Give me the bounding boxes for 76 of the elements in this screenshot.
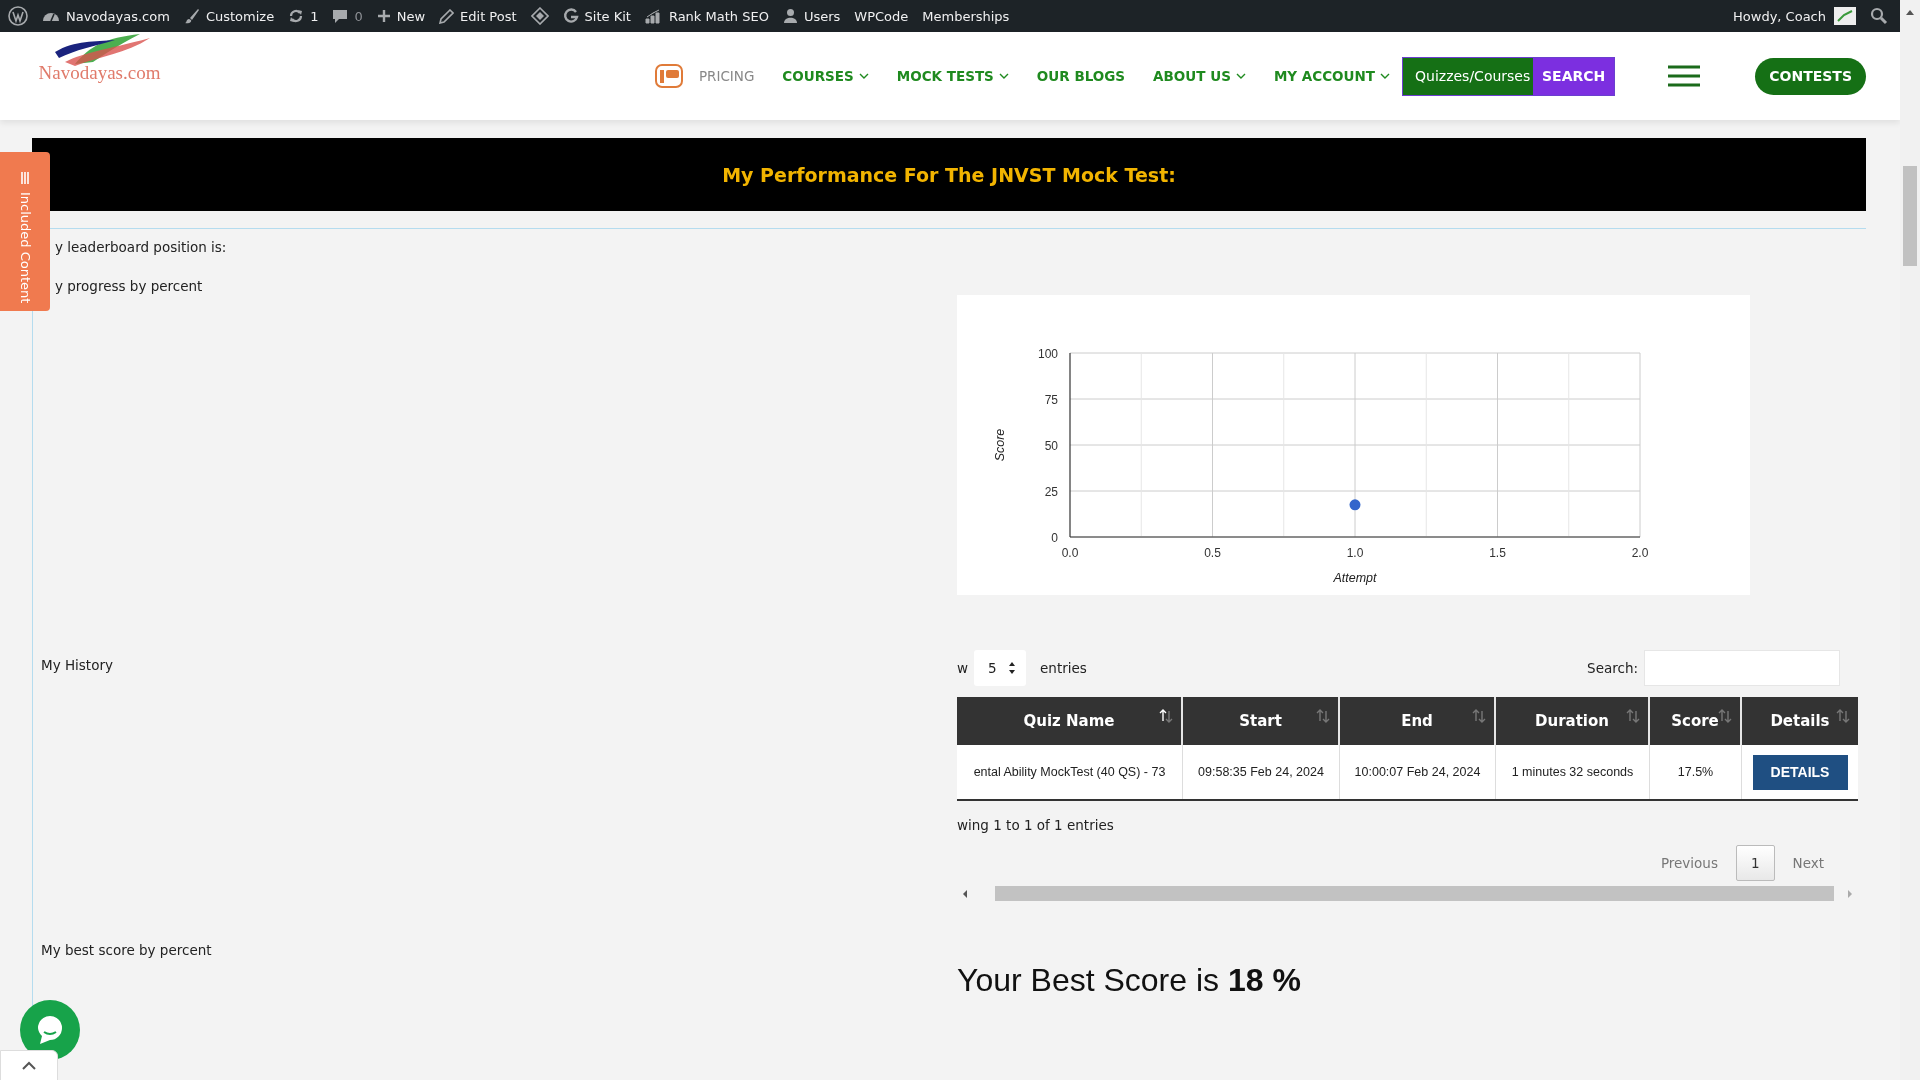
pagination-link[interactable]: Previous xyxy=(1660,855,1718,871)
admin-bar-link[interactable]: New xyxy=(376,8,426,24)
admin-bar-link[interactable]: Edit Post xyxy=(439,8,517,24)
table-info: wing 1 to 1 of 1 entries xyxy=(957,817,1115,833)
wordpress-logo-icon[interactable] xyxy=(8,6,28,26)
nav-link[interactable]: OUR BLOGS xyxy=(1036,68,1126,84)
y-tick-label: 0 xyxy=(1051,531,1058,545)
table-cell: 10:00:07 Feb 24, 2024 xyxy=(1340,745,1496,799)
y-tick-label: 25 xyxy=(1044,485,1058,499)
avatar-icon[interactable] xyxy=(1834,7,1856,25)
scrollbar-thumb[interactable] xyxy=(1903,166,1917,266)
search-icon[interactable] xyxy=(1870,7,1888,25)
back-to-top-button[interactable] xyxy=(0,1050,58,1080)
section-label: y progress by percent xyxy=(54,278,204,296)
bar-chart-icon xyxy=(644,8,663,24)
caret-up-icon xyxy=(21,1061,37,1071)
nav-link[interactable]: ABOUT US xyxy=(1153,68,1246,84)
entries-label: entries xyxy=(1040,660,1087,676)
admin-bar-link[interactable]: Memberships xyxy=(922,8,1010,24)
details-button[interactable]: DETAILS xyxy=(1752,754,1848,790)
y-axis-title: Score xyxy=(993,428,1007,462)
table-cell: ental Ability MockTest (40 QS) - 73 xyxy=(957,745,1183,799)
comment-icon xyxy=(332,8,349,24)
user-icon xyxy=(782,8,798,24)
brush-icon xyxy=(183,8,200,24)
section-label: y leaderboard position is: xyxy=(54,239,228,257)
account-link[interactable]: Howdy, Coach xyxy=(1733,8,1826,24)
best-score-text: Your Best Score is 18 % xyxy=(957,962,1302,999)
x-tick-label: 1.0 xyxy=(1346,546,1364,560)
pencil-icon xyxy=(439,8,455,24)
admin-bar-link[interactable]: Navodayas.com xyxy=(42,8,170,24)
nav-link[interactable]: COURSES xyxy=(782,68,869,84)
show-label: w xyxy=(957,660,969,676)
diamond-icon[interactable] xyxy=(530,7,549,25)
contests-button[interactable]: CONTESTS xyxy=(1755,57,1866,95)
x-axis-title: Attempt xyxy=(1333,571,1377,585)
table-cell: 1 minutes 32 seconds xyxy=(1496,745,1650,799)
admin-bar-link[interactable]: Users xyxy=(782,8,841,24)
pagination-link[interactable]: 1 xyxy=(1735,845,1775,881)
arrow-left-icon[interactable] xyxy=(961,888,969,899)
pagination-link[interactable]: Next xyxy=(1792,855,1824,871)
nav-link[interactable]: PRICING xyxy=(654,64,755,88)
arrow-right-icon[interactable] xyxy=(1846,888,1854,899)
x-tick-label: 0.0 xyxy=(1061,546,1079,560)
g-letter-icon xyxy=(562,8,579,24)
section-label: My best score by percent xyxy=(40,942,213,958)
menu-icon[interactable] xyxy=(1667,65,1702,87)
admin-bar-link[interactable]: WPCode xyxy=(854,8,909,24)
table-cell: 17.5% xyxy=(1650,745,1742,799)
y-tick-label: 50 xyxy=(1044,439,1058,453)
x-tick-label: 0.5 xyxy=(1204,546,1221,560)
admin-bar-link[interactable]: Customize xyxy=(183,8,275,24)
table-cell: 09:58:35 Feb 24, 2024 xyxy=(1183,745,1340,799)
admin-bar-link[interactable]: Rank Math SEO xyxy=(644,8,769,24)
scrollbar-thumb[interactable] xyxy=(995,886,1834,901)
x-tick-label: 1.5 xyxy=(1489,546,1506,560)
table-search-field[interactable] xyxy=(1644,650,1840,686)
nav-link[interactable]: MOCK TESTS xyxy=(896,68,1009,84)
search-label: Search: xyxy=(1587,660,1638,676)
page-size-select[interactable]: 5 xyxy=(974,650,1027,686)
admin-bar-link[interactable]: 1 xyxy=(288,8,319,24)
banner-title: My Performance For The JNVST Mock Test: xyxy=(722,163,1176,186)
admin-bar-link[interactable]: Site Kit xyxy=(562,8,631,24)
column-header[interactable]: Details xyxy=(1742,697,1858,745)
bars-icon xyxy=(20,172,30,184)
admin-bar-link[interactable]: 0 xyxy=(332,8,363,24)
arrow-up-icon[interactable] xyxy=(1905,8,1915,16)
price-tag-icon xyxy=(654,64,683,88)
y-tick-label: 100 xyxy=(1037,347,1058,361)
x-tick-label: 2.0 xyxy=(1631,546,1649,560)
refresh-icon xyxy=(288,8,305,24)
spinner-arrows-icon xyxy=(1008,661,1017,675)
y-tick-label: 75 xyxy=(1044,393,1058,407)
nav-link[interactable]: MY ACCOUNT xyxy=(1273,68,1390,84)
section-label: My History xyxy=(40,657,114,675)
plus-icon xyxy=(376,9,391,23)
